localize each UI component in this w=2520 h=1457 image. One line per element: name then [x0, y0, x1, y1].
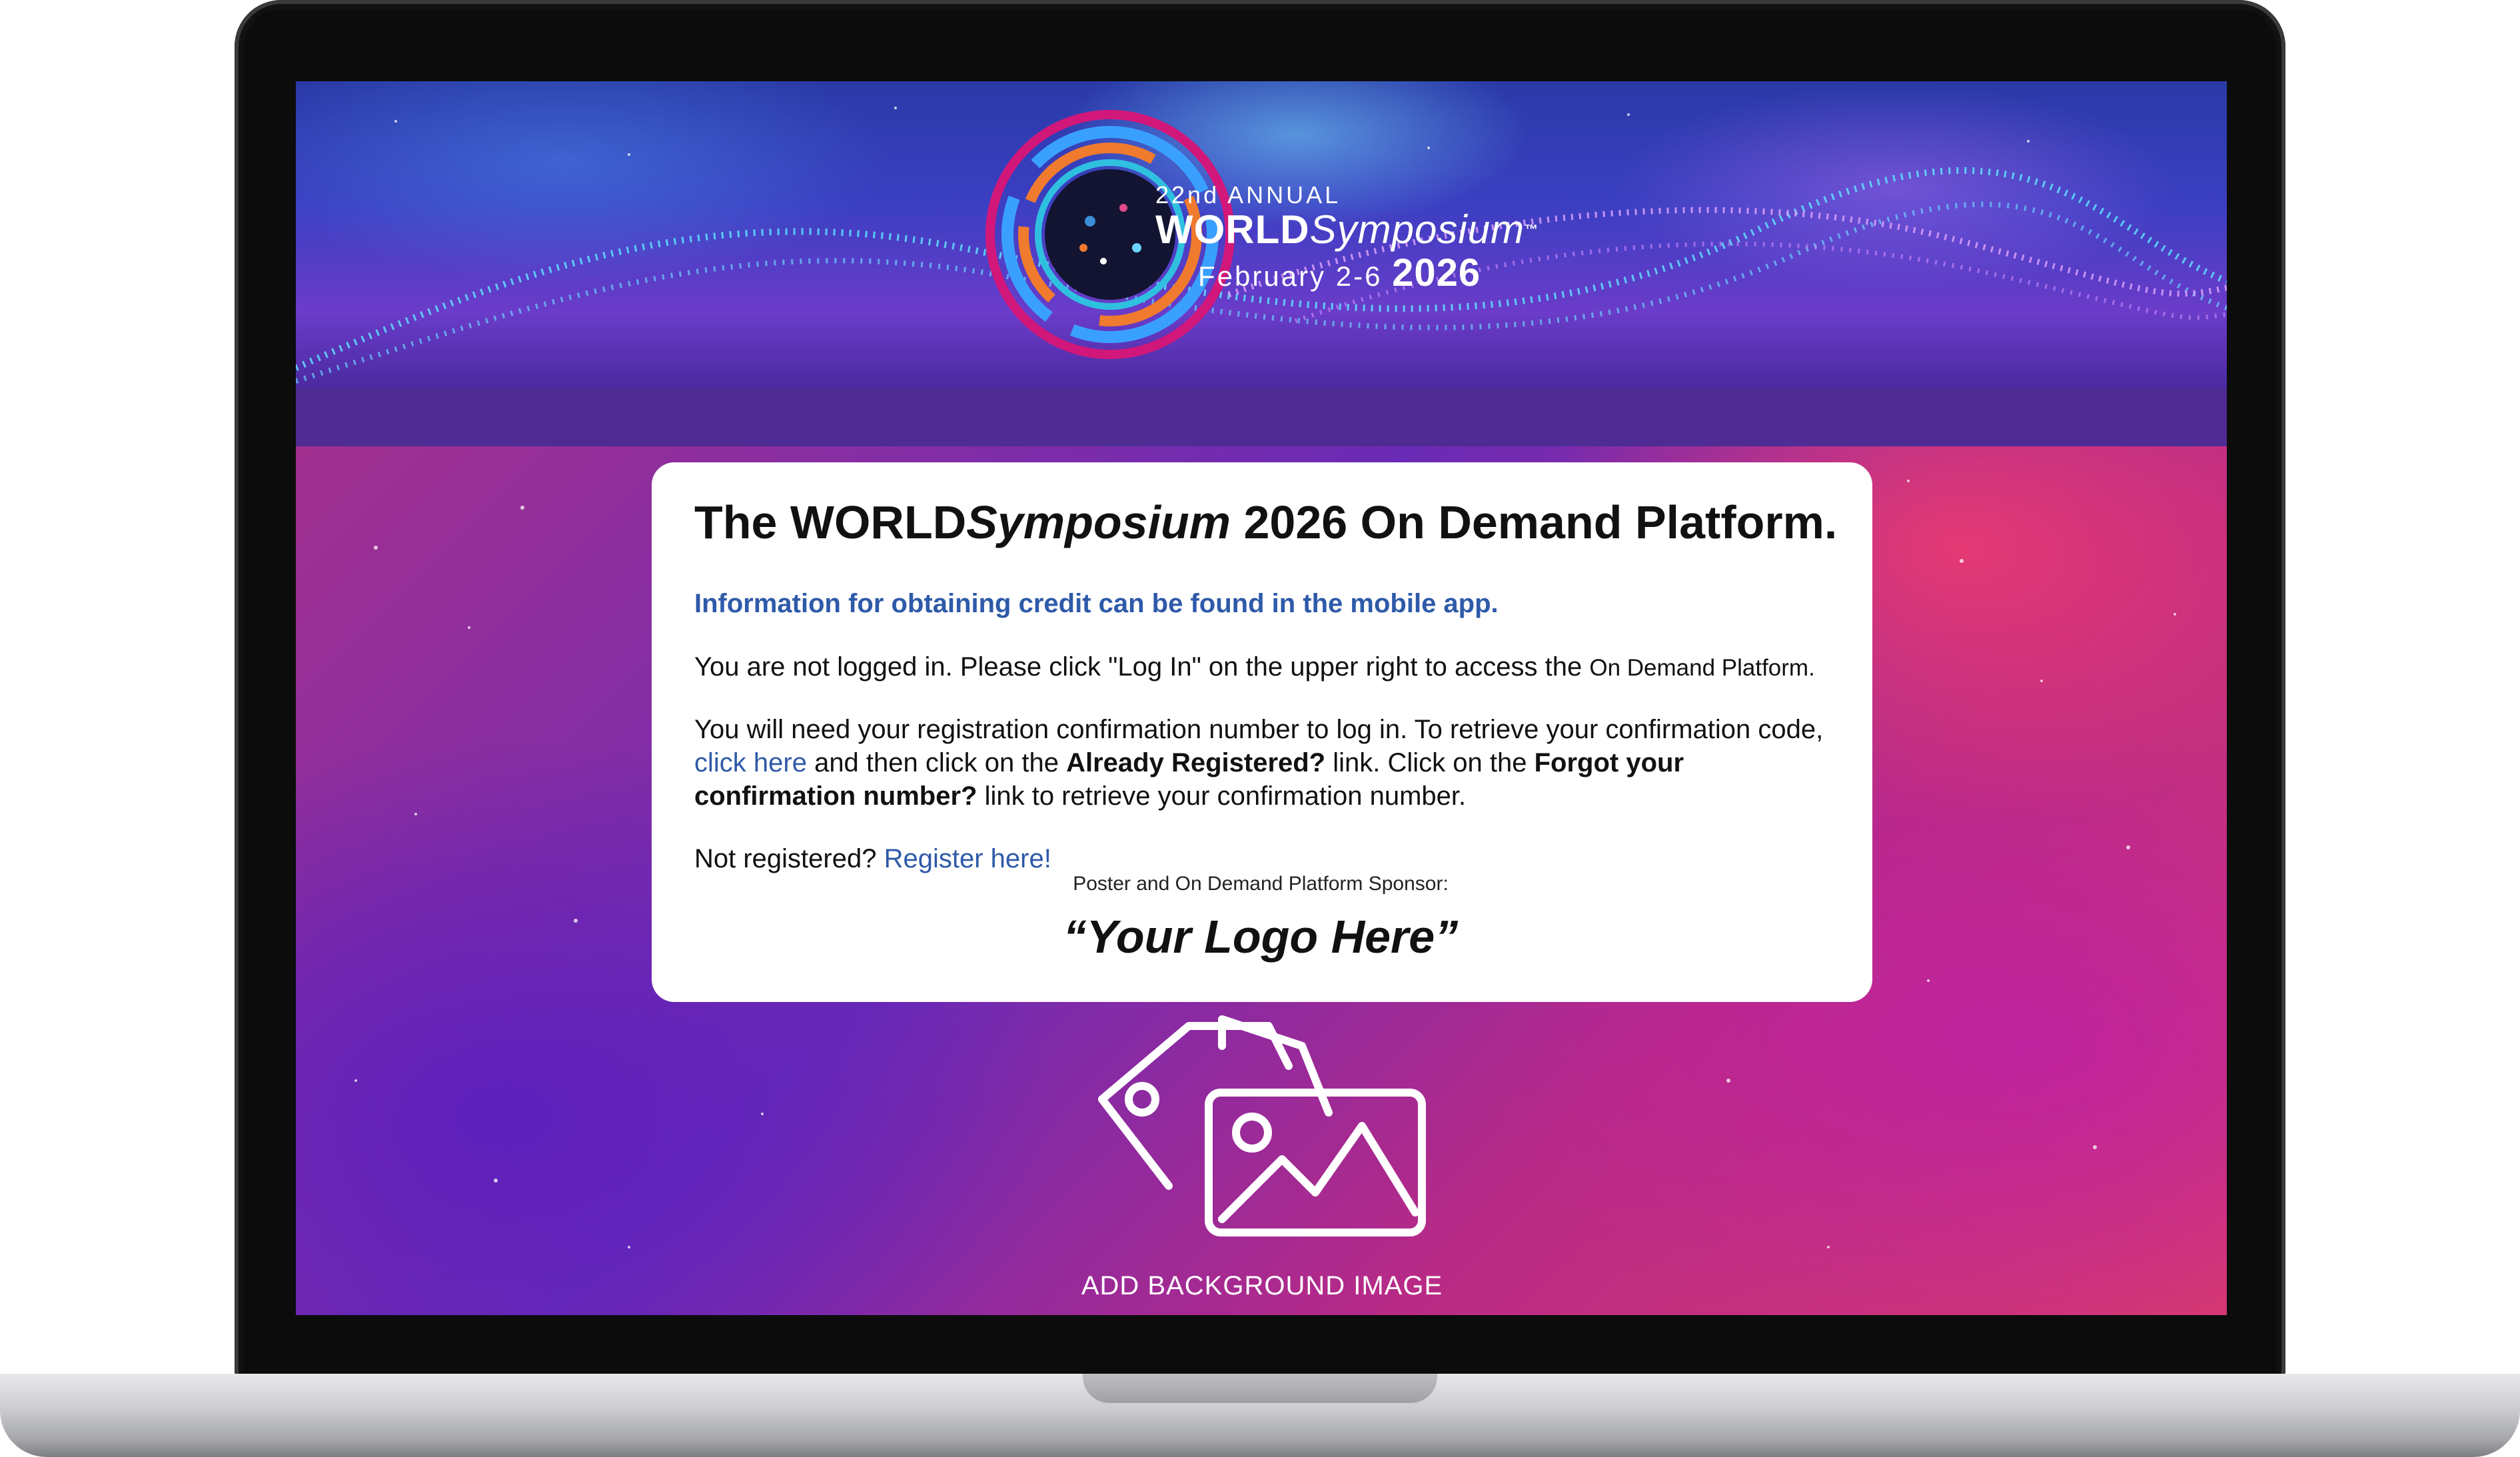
screen: 22nd ANNUAL WORLDSymposium™ February 2-6…: [296, 81, 2227, 1315]
sponsor-label: Poster and On Demand Platform Sponsor:: [1073, 873, 1449, 895]
retrieve-text: You will need your registration confirma…: [694, 715, 1824, 744]
laptop-notch: [1083, 1374, 1437, 1403]
info-card: The WORLDSymposium 2026 On Demand Platfo…: [652, 462, 1872, 1002]
sponsor-logo-placeholder: “Your Logo Here”: [1063, 911, 1459, 963]
retrieve-instructions: You will need your registration confirma…: [694, 713, 1827, 813]
login-notice-text: You are not logged in. Please click "Log…: [694, 652, 1590, 682]
link-click-forgot-text: link. Click on the: [1325, 748, 1535, 777]
card-title: The WORLDSymposium 2026 On Demand Platfo…: [694, 496, 1837, 549]
register-here-link[interactable]: Register here!: [884, 844, 1051, 873]
link-retrieve-text: link to retrieve your confirmation numbe…: [977, 781, 1467, 811]
then-click-text: and then click on the: [806, 748, 1067, 777]
card-title-prefix: The WORLD: [694, 496, 967, 548]
not-registered-text: Not registered?: [694, 844, 884, 873]
credit-info: Information for obtaining credit can be …: [694, 589, 1499, 618]
already-registered-text: Already Registered?: [1066, 748, 1326, 777]
add-background-image-label: ADD BACKGROUND IMAGE: [1081, 1271, 1443, 1300]
login-notice-platform: On Demand Platform.: [1589, 655, 1815, 681]
card-title-suffix: 2026 On Demand Platform.: [1231, 496, 1838, 548]
click-here-link[interactable]: click here: [694, 748, 807, 777]
images-icon[interactable]: [1089, 999, 1435, 1252]
register-line: Not registered? Register here!: [694, 842, 1827, 875]
login-notice: You are not logged in. Please click "Log…: [694, 650, 1827, 685]
card-title-italic: Symposium: [966, 496, 1231, 548]
